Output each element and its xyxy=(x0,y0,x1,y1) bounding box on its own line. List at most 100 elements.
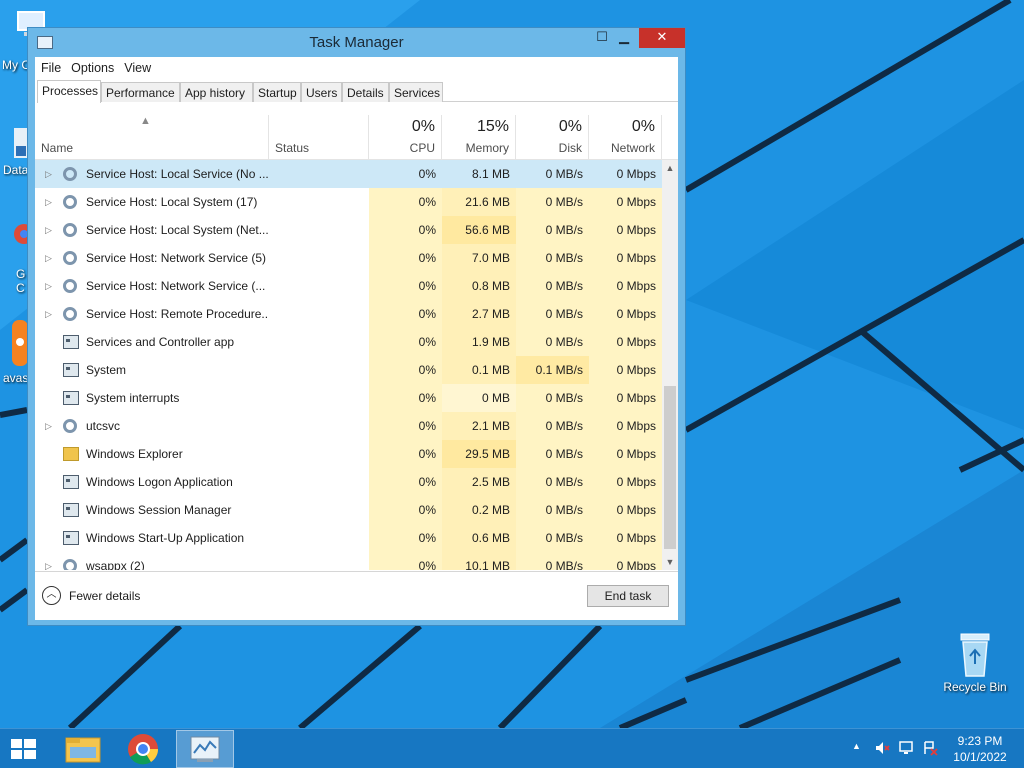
tab-services[interactable]: Services xyxy=(389,82,443,102)
vertical-scrollbar[interactable]: ▲ ▼ xyxy=(662,160,678,570)
fewer-details-link[interactable]: Fewer details xyxy=(69,589,140,603)
network-icon[interactable] xyxy=(898,740,914,759)
close-button[interactable]: ✕ xyxy=(639,28,685,48)
volume-muted-icon[interactable] xyxy=(874,740,890,759)
expand-chevron-icon[interactable]: ▷ xyxy=(45,160,52,188)
recycle-bin-label: Recycle Bin xyxy=(943,680,1007,694)
file-explorer-icon xyxy=(65,737,101,763)
tab-startup[interactable]: Startup xyxy=(253,82,301,102)
column-memory-label: Memory xyxy=(465,141,509,155)
menu-view[interactable]: View xyxy=(120,61,155,75)
process-row[interactable]: Windows Logon Application 0% 2.5 MB 0 MB/s 0… xyxy=(35,468,662,496)
taskbar-file-explorer[interactable] xyxy=(54,730,112,768)
show-hidden-icons-icon[interactable]: ▲ xyxy=(852,741,861,751)
process-row[interactable]: ▷ Service Host: Remote Procedure... 0% 2.7 … xyxy=(35,300,662,328)
title-bar[interactable]: Task Manager ▁ ☐ ✕ xyxy=(28,28,685,57)
window-client-area: File Options View Processes Performance … xyxy=(35,57,678,620)
process-memory: 1.9 MB xyxy=(442,328,516,356)
expand-chevron-icon[interactable]: ▷ xyxy=(45,272,52,300)
process-row[interactable]: System interrupts 0% 0 MB 0 MB/s 0 Mbps xyxy=(35,384,662,412)
process-cpu: 0% xyxy=(369,272,442,300)
clock[interactable]: 9:23 PM 10/1/2022 xyxy=(950,734,1010,764)
process-disk: 0 MB/s xyxy=(516,328,589,356)
tab-bar: Processes Performance App history Startu… xyxy=(37,80,678,103)
expand-chevron-icon[interactable]: ▷ xyxy=(45,412,52,440)
clock-time: 9:23 PM xyxy=(957,734,1003,748)
process-network: 0 Mbps xyxy=(589,272,662,300)
scroll-down-icon[interactable]: ▼ xyxy=(662,554,678,570)
process-row[interactable]: ▷ Service Host: Local System (Net... 0% 56.… xyxy=(35,216,662,244)
expand-chevron-icon[interactable]: ▷ xyxy=(45,216,52,244)
tab-performance[interactable]: Performance xyxy=(101,82,180,102)
process-row[interactable]: ▷ Service Host: Local System (17) 0% 21.6 M… xyxy=(35,188,662,216)
taskbar-task-manager[interactable] xyxy=(176,730,234,768)
process-memory: 0.8 MB xyxy=(442,272,516,300)
process-name-cell: Services and Controller app xyxy=(35,328,269,356)
process-row[interactable]: ▷ wsappx (2) 0% 10.1 MB 0 MB/s 0 Mbps xyxy=(35,552,662,570)
process-name: utcsvc xyxy=(86,419,121,433)
menu-options[interactable]: Options xyxy=(67,61,118,75)
process-network: 0 Mbps xyxy=(589,356,662,384)
process-memory: 2.7 MB xyxy=(442,300,516,328)
process-row[interactable]: ▷ Service Host: Network Service (... 0% 0.8… xyxy=(35,272,662,300)
column-cpu-label: CPU xyxy=(409,141,435,155)
process-row[interactable]: Windows Session Manager 0% 0.2 MB 0 MB/s 0 M… xyxy=(35,496,662,524)
menu-file[interactable]: File xyxy=(37,61,65,75)
task-manager-window[interactable]: Task Manager ▁ ☐ ✕ File Options View Pro… xyxy=(27,27,686,626)
end-task-button[interactable]: End task xyxy=(587,585,669,607)
shortcut-icon[interactable] xyxy=(14,128,28,161)
expand-chevron-icon[interactable]: ▷ xyxy=(45,552,52,570)
process-name: Services and Controller app xyxy=(86,335,235,349)
column-cpu[interactable]: 0% CPU xyxy=(369,115,442,160)
process-disk: 0 MB/s xyxy=(516,440,589,468)
gear-icon xyxy=(63,419,77,433)
process-row[interactable]: ▷ Service Host: Network Service (5) 0% 7.0 … xyxy=(35,244,662,272)
process-cpu: 0% xyxy=(369,524,442,552)
action-center-icon[interactable] xyxy=(922,740,938,759)
process-name-cell: Windows Logon Application xyxy=(35,468,269,496)
column-memory[interactable]: 15% Memory xyxy=(442,115,516,160)
process-row[interactable]: Windows Explorer 0% 29.5 MB 0 MB/s 0 Mbps xyxy=(35,440,662,468)
process-row[interactable]: System 0% 0.1 MB 0.1 MB/s 0 Mbps xyxy=(35,356,662,384)
tab-processes[interactable]: Processes xyxy=(37,80,101,103)
start-button[interactable] xyxy=(0,730,48,768)
process-row[interactable]: ▷ Service Host: Local Service (No ... 0% 8.… xyxy=(35,160,662,188)
tab-users[interactable]: Users xyxy=(301,82,342,102)
process-name-cell: ▷ wsappx (2) xyxy=(35,552,269,570)
tab-details[interactable]: Details xyxy=(342,82,389,102)
process-disk: 0 MB/s xyxy=(516,524,589,552)
expand-chevron-icon[interactable]: ▷ xyxy=(45,188,52,216)
avast-icon[interactable] xyxy=(12,320,28,369)
chrome-desktop-icon[interactable] xyxy=(14,220,34,263)
folder-icon xyxy=(63,447,79,461)
process-row[interactable]: Windows Start-Up Application 0% 0.6 MB 0 MB… xyxy=(35,524,662,552)
scroll-up-icon[interactable]: ▲ xyxy=(662,160,678,176)
process-disk: 0 MB/s xyxy=(516,384,589,412)
process-row[interactable]: Services and Controller app 0% 1.9 MB 0 MB/… xyxy=(35,328,662,356)
column-name[interactable]: Name xyxy=(35,115,269,160)
process-cpu: 0% xyxy=(369,552,442,570)
expand-chevron-icon[interactable]: ▷ xyxy=(45,300,52,328)
process-network: 0 Mbps xyxy=(589,468,662,496)
scrollbar-thumb[interactable] xyxy=(664,386,676,549)
column-disk[interactable]: 0% Disk xyxy=(516,115,589,160)
tab-app-history[interactable]: App history xyxy=(180,82,253,102)
maximize-button[interactable]: ☐ xyxy=(589,28,615,48)
process-cpu: 0% xyxy=(369,188,442,216)
gear-icon xyxy=(63,223,77,237)
window-icon xyxy=(63,363,79,377)
gear-icon xyxy=(63,279,77,293)
taskbar-chrome[interactable] xyxy=(114,730,172,768)
process-memory: 2.1 MB xyxy=(442,412,516,440)
expand-chevron-icon[interactable]: ▷ xyxy=(45,244,52,272)
column-status[interactable]: Status xyxy=(269,115,369,160)
desktop-icon-label-data: Data xyxy=(3,163,29,177)
column-network[interactable]: 0% Network xyxy=(589,115,662,160)
process-memory: 2.5 MB xyxy=(442,468,516,496)
chevron-up-circle-icon[interactable]: ︿ xyxy=(42,586,61,605)
process-memory: 0.1 MB xyxy=(442,356,516,384)
process-cpu: 0% xyxy=(369,412,442,440)
process-row[interactable]: ▷ utcsvc 0% 2.1 MB 0 MB/s 0 Mbps xyxy=(35,412,662,440)
process-memory: 0.2 MB xyxy=(442,496,516,524)
recycle-bin-desktop-item[interactable]: Recycle Bin xyxy=(940,630,1010,694)
